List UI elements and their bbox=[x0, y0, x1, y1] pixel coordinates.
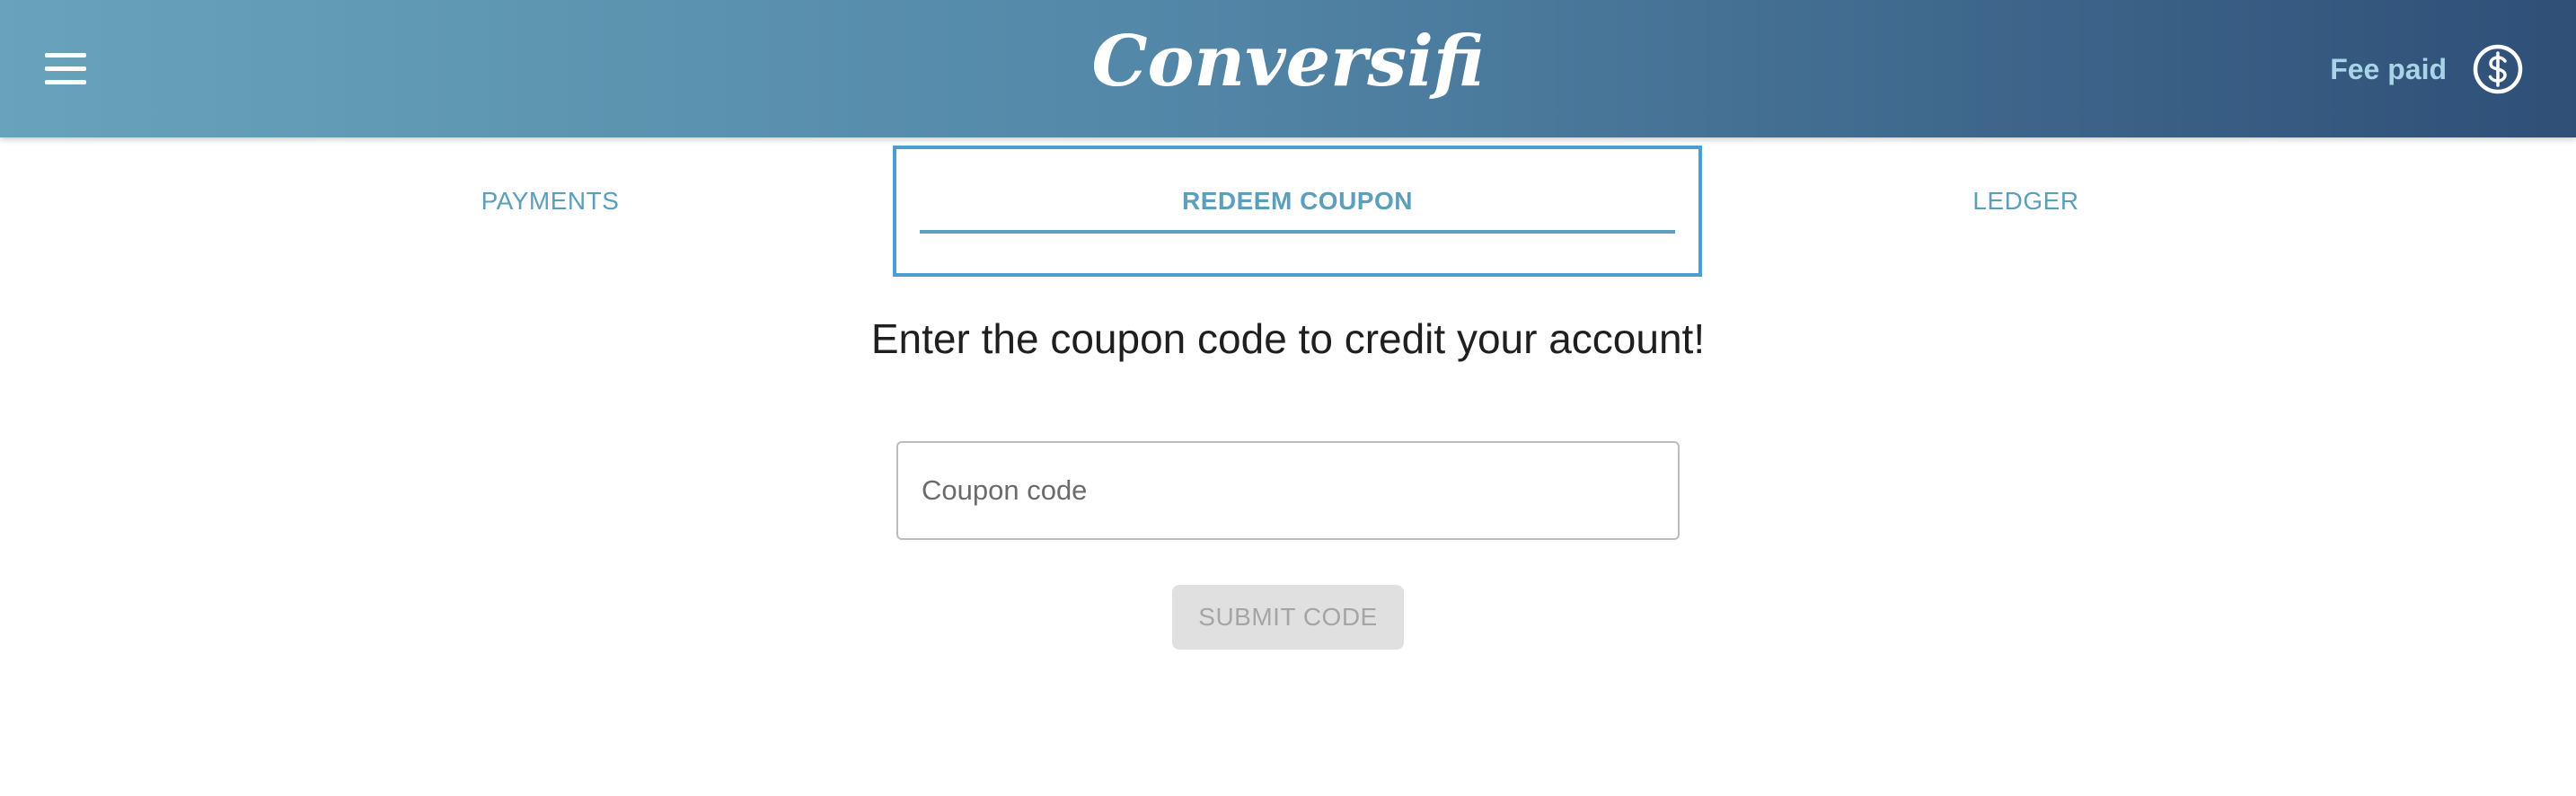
tab-ledger-label: LEDGER bbox=[1972, 187, 2079, 215]
app-header: Conversifi Fee paid bbox=[0, 0, 2576, 137]
tab-redeem-coupon-label: REDEEM COUPON bbox=[1182, 187, 1413, 215]
active-tab-indicator bbox=[920, 230, 1675, 234]
tab-payments-label: PAYMENTS bbox=[481, 187, 620, 215]
menu-button[interactable] bbox=[34, 38, 97, 101]
fee-paid-button[interactable]: Fee paid bbox=[2330, 38, 2524, 101]
tab-bar: PAYMENTS REDEEM COUPON LEDGER bbox=[0, 140, 2576, 284]
tab-redeem-coupon[interactable]: REDEEM COUPON bbox=[893, 146, 1702, 277]
submit-code-button[interactable]: SUBMIT CODE bbox=[1172, 585, 1404, 650]
fee-paid-label: Fee paid bbox=[2330, 52, 2447, 85]
hamburger-menu-icon bbox=[34, 38, 97, 101]
app-logo: Conversifi bbox=[1091, 21, 1485, 102]
dollar-circle-icon bbox=[2472, 43, 2524, 95]
tab-payments[interactable]: PAYMENTS bbox=[180, 146, 921, 277]
coupon-prompt: Enter the coupon code to credit your acc… bbox=[870, 315, 1706, 362]
coupon-code-input[interactable] bbox=[896, 441, 1680, 540]
tab-ledger[interactable]: LEDGER bbox=[1655, 146, 2396, 277]
